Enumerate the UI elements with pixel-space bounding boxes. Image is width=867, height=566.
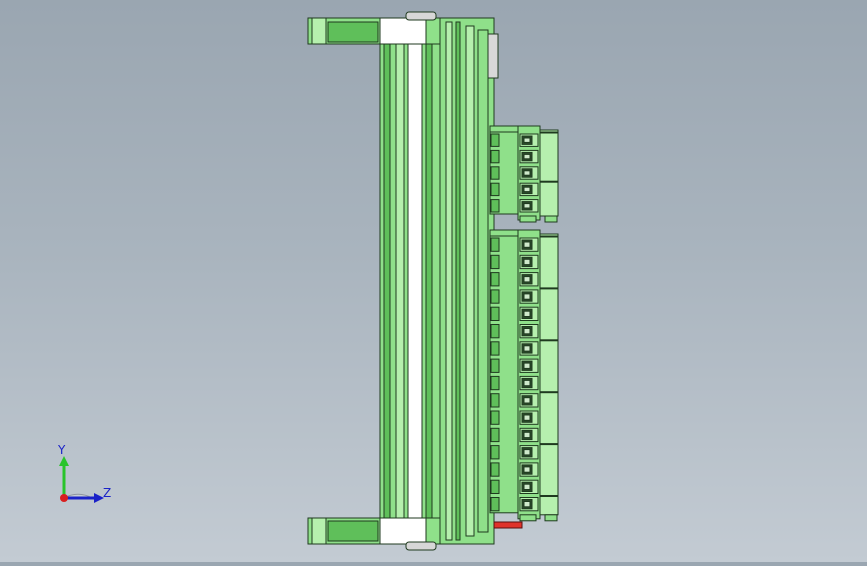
cover-divider	[539, 391, 559, 394]
terminal-screw-head	[523, 241, 531, 248]
terminal-screw-head	[523, 153, 531, 160]
terminal-slot	[490, 237, 500, 252]
block-foot	[544, 514, 558, 522]
block-foot	[519, 215, 537, 223]
terminal-screw-head	[523, 466, 531, 473]
terminal-slot	[490, 289, 500, 304]
cover-divider	[539, 443, 559, 446]
terminal-screw-head	[523, 170, 531, 176]
y-axis-arrow	[59, 456, 69, 466]
terminal-slot	[490, 462, 500, 477]
plug-cover	[539, 129, 559, 217]
terminal-slot	[490, 182, 500, 197]
terminal-slot	[490, 410, 500, 425]
terminal-screw-head	[523, 397, 531, 404]
terminal-slot	[490, 375, 500, 391]
terminal-slot	[490, 427, 500, 443]
terminal-screw-head	[523, 379, 531, 387]
terminal-screw-head	[523, 328, 531, 335]
terminal-slot	[490, 445, 500, 460]
block-foot	[544, 215, 558, 223]
upper-terminal-block[interactable]	[489, 125, 559, 223]
terminal-screw-head	[523, 203, 531, 209]
cover-divider	[539, 287, 559, 290]
terminal-slot	[490, 254, 500, 270]
red-locking-pin	[493, 521, 523, 529]
terminal-screw-head	[523, 414, 531, 421]
terminal-slot	[490, 166, 500, 180]
terminal-screw-head	[523, 431, 531, 439]
cover-divider	[539, 339, 559, 342]
lower-terminal-block[interactable]	[489, 229, 559, 522]
terminal-slot	[490, 272, 500, 287]
terminal-slot	[490, 358, 500, 373]
terminal-slot	[490, 149, 500, 164]
terminal-screw-head	[523, 449, 531, 456]
module-housing	[379, 17, 499, 545]
cover-divider	[539, 235, 559, 238]
terminal-screw-head	[523, 258, 531, 266]
terminal-screw-head	[523, 276, 531, 283]
terminal-slot	[490, 497, 500, 512]
dinrail-terminal-module-model[interactable]	[0, 0, 867, 562]
cover-divider	[539, 495, 559, 497]
terminal-slot	[490, 306, 500, 322]
terminal-slot	[490, 479, 500, 495]
cover-divider	[539, 180, 559, 183]
terminal-slot	[490, 324, 500, 339]
terminal-screw-head	[523, 345, 531, 352]
z-axis-label: Z	[103, 486, 112, 500]
y-axis-label: Y	[58, 443, 66, 457]
terminal-screw-head	[523, 310, 531, 318]
terminal-screw-head	[523, 137, 531, 143]
terminal-slot	[490, 341, 500, 356]
terminal-slot	[490, 133, 500, 147]
cover-divider	[539, 131, 559, 134]
block-foot	[519, 514, 537, 522]
axis-triad	[59, 456, 104, 503]
terminal-slot	[490, 393, 500, 408]
terminal-screw-head	[523, 483, 531, 491]
terminal-screw-head	[523, 362, 531, 369]
terminal-screw-head	[523, 293, 531, 300]
plug-cover	[539, 233, 559, 516]
x-axis-origin	[60, 494, 68, 502]
terminal-screw-head	[523, 186, 531, 193]
terminal-screw-head	[523, 501, 531, 508]
terminal-slot	[490, 199, 500, 213]
cad-viewport[interactable]: Y Z	[0, 0, 867, 562]
